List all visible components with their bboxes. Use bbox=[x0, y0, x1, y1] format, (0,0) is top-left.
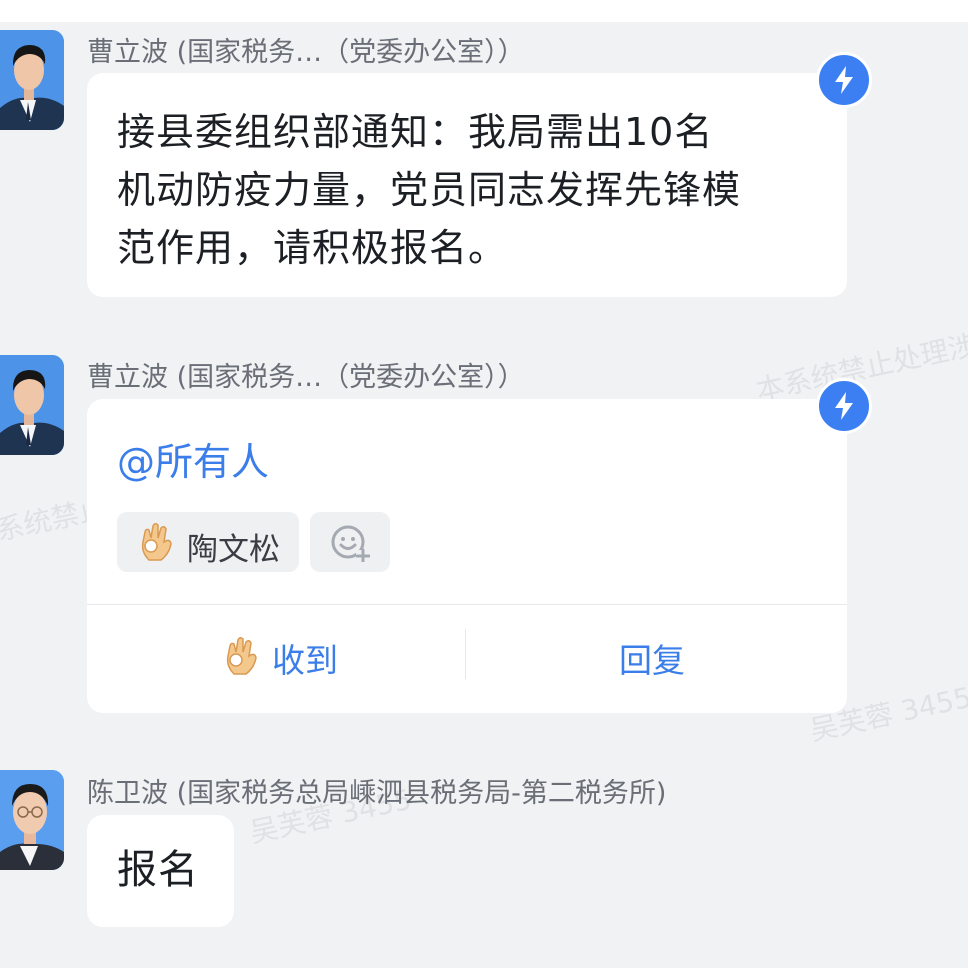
mention-all[interactable]: @所有人 bbox=[117, 431, 269, 486]
message-bubble[interactable]: @所有人 陶文松 收到 回复 bbox=[87, 399, 847, 713]
reaction-chip[interactable]: 陶文松 bbox=[117, 512, 299, 572]
avatar-portrait bbox=[0, 770, 64, 870]
add-emoji-icon bbox=[330, 524, 371, 566]
message-text: 报名 bbox=[117, 847, 199, 893]
reply-label: 回复 bbox=[619, 641, 685, 680]
flash-icon[interactable] bbox=[816, 52, 872, 108]
flash-icon[interactable] bbox=[816, 378, 872, 434]
message-line: 范作用，请积极报名。 bbox=[117, 226, 508, 270]
sender-avatar[interactable] bbox=[0, 355, 64, 455]
message-line: 接县委组织部通知：我局需出10名 bbox=[117, 110, 714, 154]
sender-name: 曹立波 (国家税务…（党委办公室）） bbox=[87, 37, 525, 68]
reaction-user-name: 陶文松 bbox=[187, 532, 280, 568]
received-label: 收到 bbox=[272, 641, 338, 680]
message-bubble[interactable]: 接县委组织部通知：我局需出10名 机动防疫力量，党员同志发挥先锋模 范作用，请积… bbox=[87, 73, 847, 297]
action-divider bbox=[465, 629, 466, 679]
sender-name: 曹立波 (国家税务…（党委办公室）） bbox=[87, 362, 525, 393]
sender-avatar[interactable] bbox=[0, 770, 64, 870]
avatar-portrait bbox=[0, 30, 64, 130]
ok-hand-icon bbox=[224, 636, 258, 684]
ok-hand-icon bbox=[139, 522, 173, 566]
message-text: 接县委组织部通知：我局需出10名 机动防疫力量，党员同志发挥先锋模 范作用，请积… bbox=[117, 103, 817, 277]
add-reaction-button[interactable] bbox=[310, 512, 390, 572]
bubble-divider bbox=[87, 604, 847, 605]
reply-button[interactable]: 回复 bbox=[619, 632, 739, 682]
message-line: 机动防疫力量，党员同志发挥先锋模 bbox=[117, 168, 742, 212]
message-bubble[interactable]: 报名 bbox=[87, 815, 234, 927]
avatar-portrait bbox=[0, 355, 64, 455]
received-button[interactable]: 收到 bbox=[224, 632, 374, 682]
top-edge-band bbox=[0, 0, 968, 22]
sender-avatar[interactable] bbox=[0, 30, 64, 130]
sender-name: 陈卫波 (国家税务总局嵊泗县税务局-第二税务所) bbox=[87, 778, 667, 809]
